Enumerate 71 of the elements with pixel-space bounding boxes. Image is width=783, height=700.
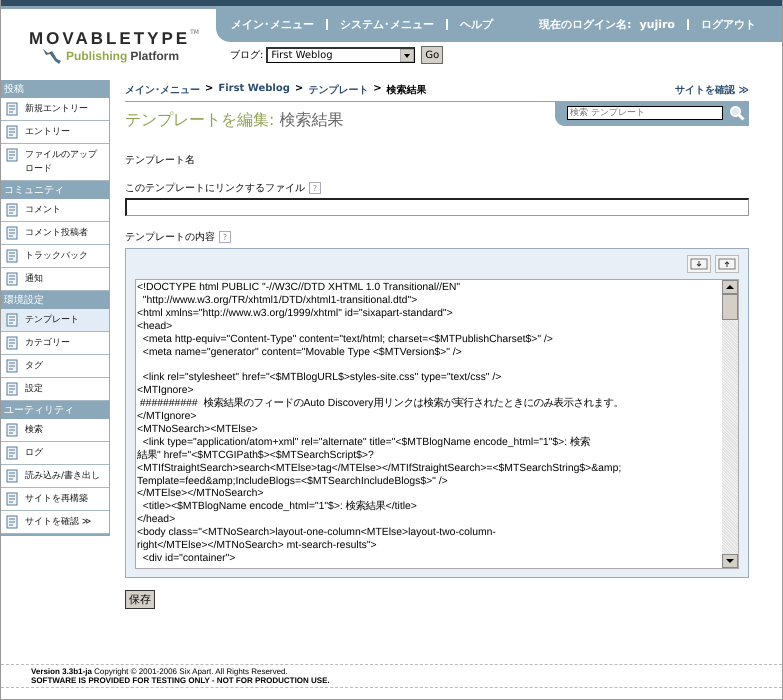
sidebar-item[interactable]: ログ [1,442,109,465]
page-title-name: 検索結果 [279,110,344,129]
sidebar-section-header: ユーティリティ [1,401,109,419]
login-user: yujiro [639,18,675,30]
field-label: このテンプレートにリンクするファイル [125,182,305,195]
sidebar-item[interactable]: 新規エントリー [1,98,109,121]
warning-text: SOFTWARE IS PROVIDED FOR TESTING ONLY - NOT FOR PRODUCTION USE. [31,676,331,685]
sidebar-item[interactable]: 読み込み/書き出し [1,465,109,488]
sidebar-item[interactable]: コメント [1,199,109,222]
breadcrumb-separator: > [294,83,304,96]
scroll-thumb[interactable] [722,294,738,320]
help-icon[interactable]: ? [309,182,321,194]
page-icon [5,313,19,327]
shrink-button[interactable] [715,255,739,273]
logo-tagline-end: Platform [130,49,180,63]
breadcrumb-current: 検索結果 [386,84,427,97]
scroll-up-icon[interactable] [722,280,738,294]
page-icon [5,423,19,437]
page-icon [5,249,19,263]
view-site-link[interactable]: サイトを確認 ≫ [675,83,749,97]
sidebar-item[interactable]: タグ [1,355,109,378]
search-field[interactable]: 検索 テンプレート [567,106,723,120]
scroll-down-icon[interactable] [722,554,738,568]
page-icon [5,226,19,240]
page-icon [5,336,19,350]
sidebar-item[interactable]: サイトを再構築 [1,488,109,511]
save-button[interactable]: 保存 [125,590,155,609]
page-title-prefix: テンプレートを編集: [125,110,274,129]
logo-wordmark: MOVABLETYPE [29,29,190,49]
sidebar-item[interactable]: トラックバック [1,245,109,268]
blog-label: ブログ: [230,48,264,62]
sidebar-section-header: コミュニティ [1,181,109,199]
page-icon [5,492,19,506]
sidebar-item[interactable]: テンプレート [1,309,109,332]
expand-button[interactable] [687,255,711,273]
sidebar-section-header: 環境設定 [1,291,109,309]
page-icon [5,515,19,529]
login-label: 現在のログイン名: [539,16,632,32]
sidebar-item[interactable]: コメント投稿者 [1,222,109,245]
dropdown-arrow-icon [400,49,414,62]
sidebar-item[interactable]: サイトを確認 ≫ [1,511,109,534]
arrow-up-icon [718,258,736,270]
page-icon [5,148,19,162]
blog-select[interactable]: First Weblog [266,47,416,63]
sidebar-item[interactable]: カテゴリー [1,332,109,355]
page-icon [5,272,19,286]
page-icon [5,446,19,460]
go-button[interactable]: Go [421,46,444,64]
field-label: テンプレートの内容 [125,230,215,244]
breadcrumb-separator: > [205,83,214,96]
page-icon [5,469,19,483]
copyright-text: Copyright © 2001-2006 Six Apart. All Rights Reserved. [94,667,288,676]
page-icon [5,203,19,217]
scrollbar[interactable] [722,280,738,568]
version-text: Version 3.3b1-ja [31,667,92,676]
breadcrumb-separator: > [373,83,382,96]
sidebar-item[interactable]: 検索 [1,419,109,442]
input-field[interactable] [125,198,749,216]
breadcrumb-link[interactable]: First Weblog [218,83,290,97]
breadcrumb-link[interactable]: テンプレート [308,83,368,97]
breadcrumb-link[interactable]: メイン･メニュー [125,83,200,97]
page-icon [5,102,19,116]
help-icon[interactable]: ? [219,231,231,243]
page-icon [5,382,19,396]
field-label: テンプレート名 [125,154,196,167]
page-icon [5,359,19,373]
logo-tagline: Publishing [66,49,128,63]
sidebar-section-header: 投稿 [1,80,109,98]
arrow-down-icon [690,258,708,270]
page-icon [5,125,19,139]
sidebar-item[interactable]: エントリー [1,121,109,144]
